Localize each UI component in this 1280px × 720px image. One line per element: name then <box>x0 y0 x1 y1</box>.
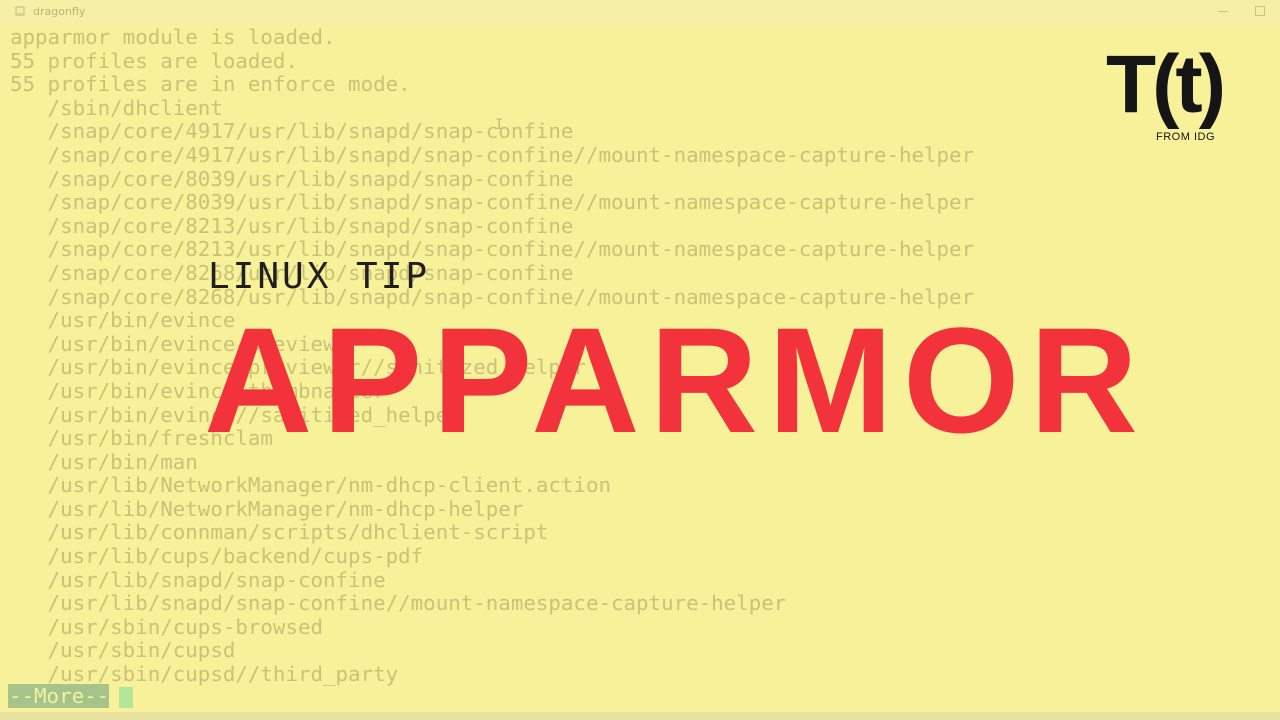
terminal-line: /snap/core/8268/usr/lib/snapd/snap-confi… <box>10 260 574 285</box>
terminal-line: /snap/core/4917/usr/lib/snapd/snap-confi… <box>10 142 975 167</box>
window-bottom-border <box>0 712 1280 720</box>
terminal-line: /usr/sbin/cupsd//third_party <box>10 662 399 687</box>
terminal-line: /snap/core/8039/usr/lib/snapd/snap-confi… <box>10 190 975 215</box>
terminal-line: apparmor module is loaded. <box>10 25 336 49</box>
terminal-line: /snap/core/8039/usr/lib/snapd/snap-confi… <box>10 166 574 191</box>
terminal-line: /usr/lib/cups/backend/cups-pdf <box>10 544 424 569</box>
terminal-line: /usr/lib/connman/scripts/dhclient-script <box>10 520 549 545</box>
terminal-line: 55 profiles are loaded. <box>10 48 298 73</box>
brand-tagline: FROM IDG <box>1156 131 1215 143</box>
terminal-line: /sbin/dhclient <box>10 95 223 120</box>
brand-logo: T(t) <box>1106 39 1226 130</box>
terminal-app-icon <box>15 6 25 16</box>
overlay-subtitle: LINUX TIP <box>208 256 431 297</box>
terminal-line: /usr/lib/NetworkManager/nm-dhcp-client.a… <box>10 473 611 498</box>
terminal-line: /usr/lib/NetworkManager/nm-dhcp-helper <box>10 496 524 521</box>
terminal-line: /usr/lib/snapd/snap-confine//mount-names… <box>10 591 787 616</box>
window-title: dragonfly <box>33 5 86 18</box>
terminal-cursor <box>119 687 133 708</box>
terminal-line: /usr/sbin/cupsd <box>10 638 236 663</box>
terminal-line: /usr/lib/snapd/snap-confine <box>10 567 386 592</box>
overlay-title: APPARMOR <box>204 296 1148 464</box>
terminal-line: /snap/core/8213/usr/lib/snapd/snap-confi… <box>10 213 574 238</box>
terminal-line: /usr/sbin/cups-browsed <box>10 614 324 639</box>
terminal-line: 55 profiles are in enforce mode. <box>10 72 411 97</box>
maximize-icon[interactable] <box>1255 6 1265 16</box>
window-titlebar: dragonfly <box>0 0 1280 24</box>
text-cursor-icon: I <box>495 117 504 133</box>
pager-more-prompt: --More-- <box>8 684 110 708</box>
minimize-icon[interactable] <box>1218 6 1228 16</box>
terminal-line: /snap/core/8213/usr/lib/snapd/snap-confi… <box>10 237 975 262</box>
terminal-line: /snap/core/4917/usr/lib/snapd/snap-confi… <box>10 119 574 144</box>
